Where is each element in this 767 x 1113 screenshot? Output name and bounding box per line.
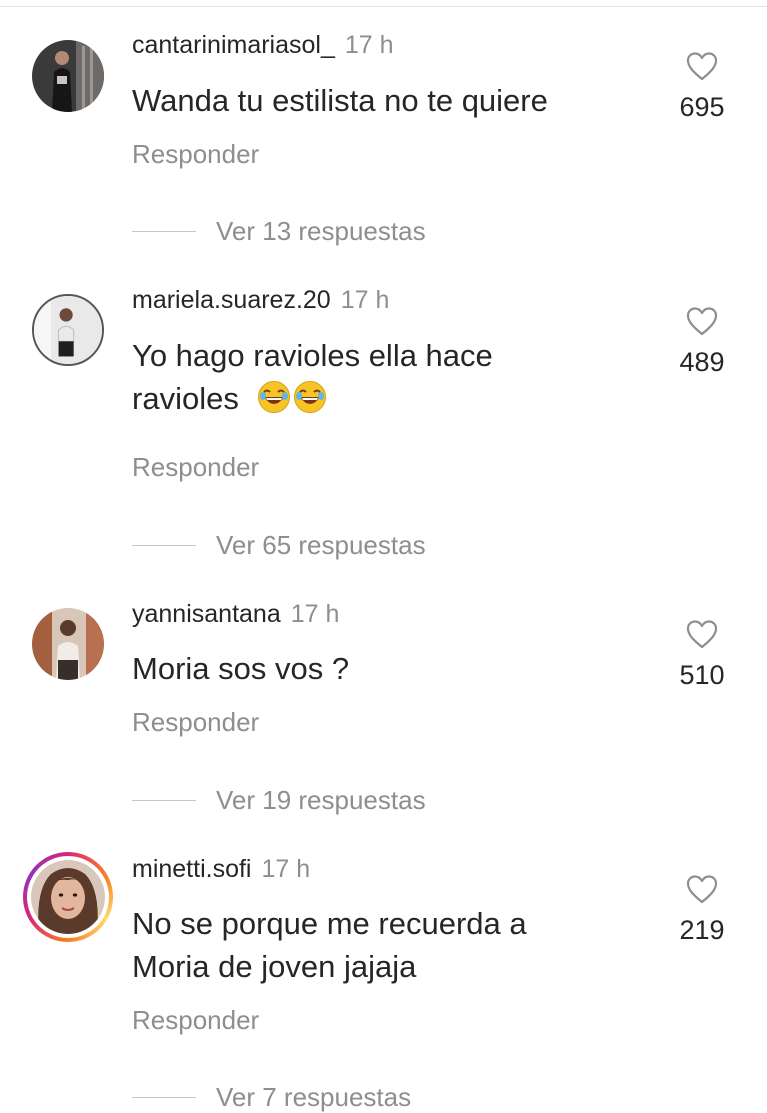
comment-meta: minetti.sofi 17 h bbox=[132, 854, 310, 884]
comment-text-line-with-emoji: ravioles bbox=[132, 377, 632, 420]
like-count: 219 bbox=[679, 915, 725, 945]
heart-icon[interactable] bbox=[686, 306, 718, 336]
comment-meta: mariela.suarez.20 17 h bbox=[132, 285, 389, 315]
like-count: 695 bbox=[679, 92, 725, 122]
avatar[interactable] bbox=[32, 608, 104, 680]
comment-text: No se porque me recuerda a Moria de jove… bbox=[132, 902, 632, 988]
replies-divider bbox=[132, 799, 196, 801]
view-replies-label: Ver 7 respuestas bbox=[216, 1081, 412, 1112]
avatar-photo-icon bbox=[31, 860, 105, 934]
heart-icon[interactable] bbox=[686, 51, 718, 81]
comment-text-line: Yo hago ravioles ella hace bbox=[132, 338, 493, 373]
comment-text: Moria sos vos ? bbox=[132, 651, 350, 686]
username[interactable]: mariela.suarez.20 bbox=[132, 286, 331, 314]
comment-meta: yannisantana 17 h bbox=[132, 599, 339, 629]
view-replies-label: Ver 19 respuestas bbox=[216, 784, 426, 815]
reply-button[interactable]: Responder bbox=[132, 1005, 259, 1035]
like-group: 695 bbox=[660, 51, 744, 123]
view-replies-button[interactable]: Ver 19 respuestas bbox=[132, 784, 426, 816]
timestamp: 17 h bbox=[290, 600, 340, 628]
avatar-photo-icon bbox=[32, 608, 104, 680]
avatar-photo-icon bbox=[34, 296, 102, 364]
avatar-photo-icon bbox=[32, 40, 104, 112]
heart-icon[interactable] bbox=[686, 874, 718, 904]
avatar bbox=[31, 860, 105, 934]
like-group: 489 bbox=[660, 306, 744, 378]
comment-text-line: Moria de joven jajaja bbox=[132, 949, 417, 984]
laughing-emoji-icon bbox=[294, 381, 327, 413]
username[interactable]: yannisantana bbox=[132, 600, 281, 628]
heart-icon[interactable] bbox=[686, 619, 718, 649]
view-replies-button[interactable]: Ver 65 respuestas bbox=[132, 529, 426, 561]
view-replies-button[interactable]: Ver 13 respuestas bbox=[132, 215, 426, 247]
timestamp: 17 h bbox=[344, 31, 394, 59]
comment-text: Wanda tu estilista no te quiere bbox=[132, 83, 548, 118]
view-replies-button[interactable]: Ver 7 respuestas bbox=[132, 1081, 411, 1113]
avatar[interactable] bbox=[32, 40, 104, 112]
top-divider bbox=[0, 6, 767, 7]
timestamp: 17 h bbox=[261, 855, 311, 883]
like-group: 510 bbox=[660, 619, 744, 691]
reply-button[interactable]: Responder bbox=[132, 707, 259, 737]
like-count: 510 bbox=[679, 660, 725, 690]
replies-divider bbox=[132, 230, 196, 232]
like-group: 219 bbox=[660, 874, 744, 946]
view-replies-label: Ver 13 respuestas bbox=[216, 215, 426, 246]
laughing-emoji-icon bbox=[258, 381, 291, 413]
timestamp: 17 h bbox=[340, 286, 390, 314]
view-replies-label: Ver 65 respuestas bbox=[216, 529, 426, 560]
reply-button[interactable]: Responder bbox=[132, 452, 259, 482]
comment-text-line: ravioles bbox=[132, 381, 239, 416]
reply-button[interactable]: Responder bbox=[132, 139, 259, 169]
comment-meta: cantarinimariasol_ 17 h bbox=[132, 30, 394, 60]
replies-divider bbox=[132, 544, 196, 546]
replies-divider bbox=[132, 1096, 196, 1098]
like-count: 489 bbox=[679, 347, 725, 377]
comment-text-line: No se porque me recuerda a bbox=[132, 906, 527, 941]
username[interactable]: minetti.sofi bbox=[132, 855, 251, 883]
avatar[interactable] bbox=[32, 294, 104, 366]
comment-text: Yo hago ravioles ella hace ravioles bbox=[132, 334, 632, 420]
username[interactable]: cantarinimariasol_ bbox=[132, 31, 335, 59]
avatar-story-ring[interactable] bbox=[23, 852, 113, 942]
